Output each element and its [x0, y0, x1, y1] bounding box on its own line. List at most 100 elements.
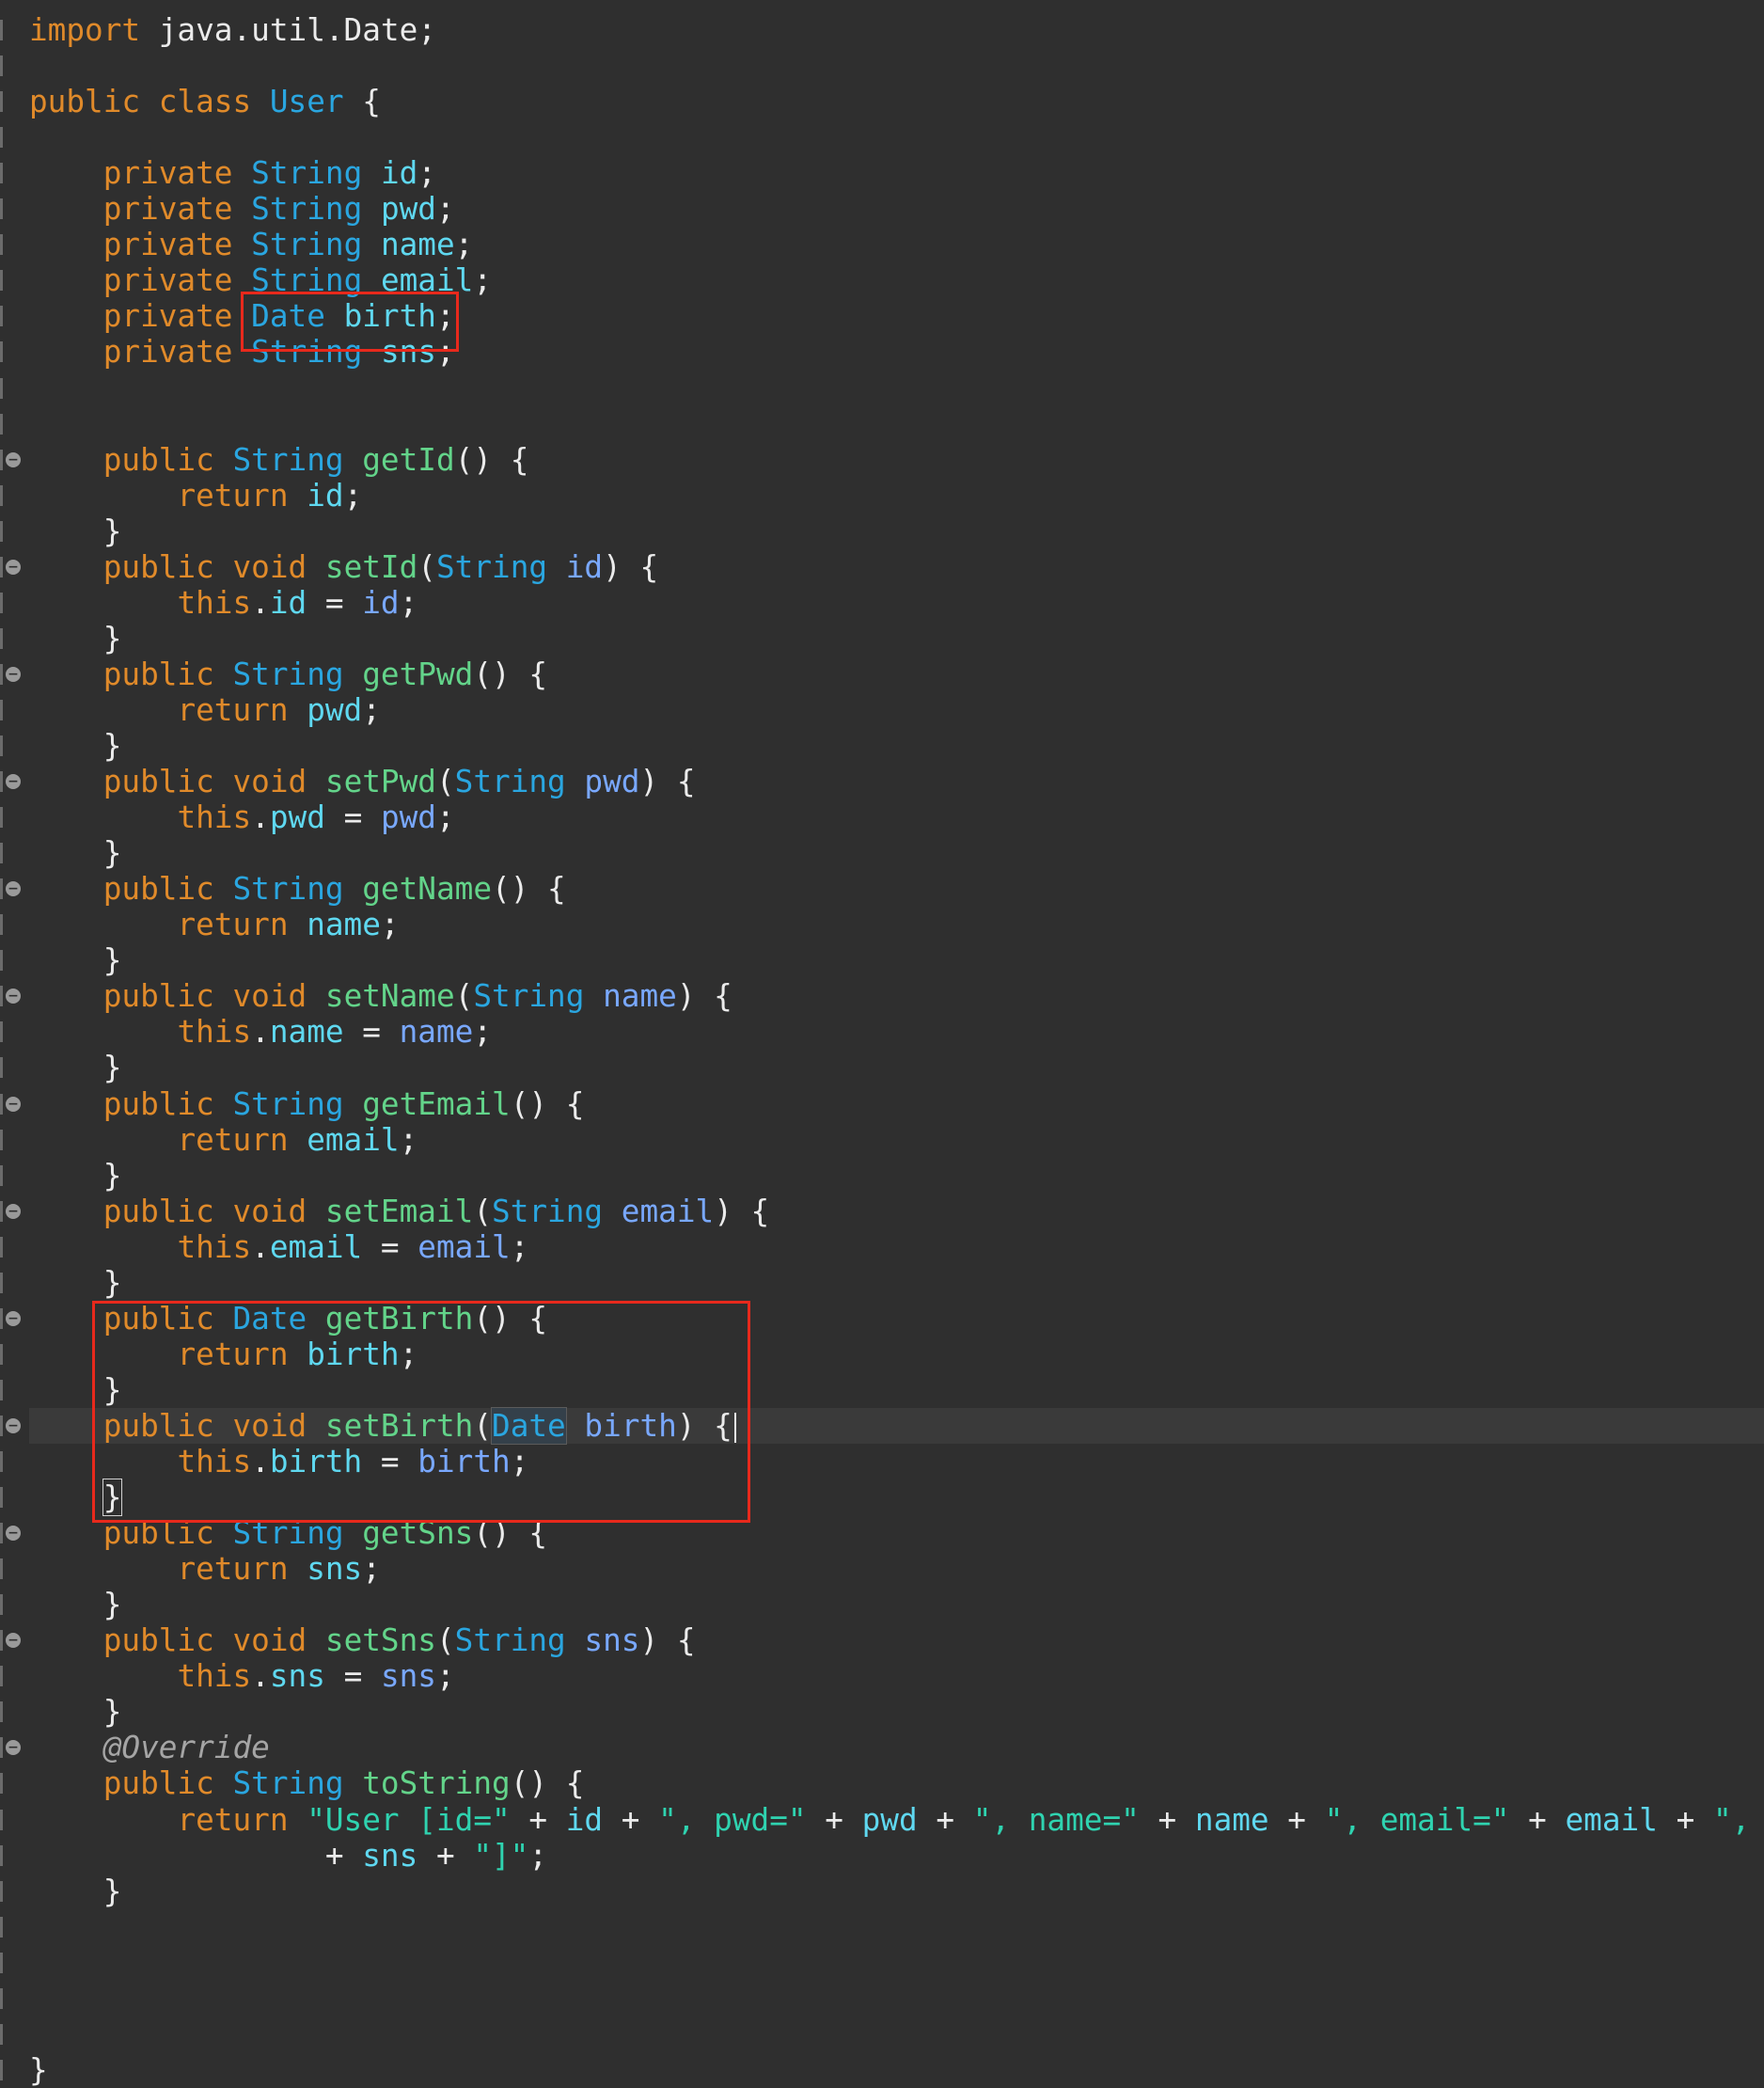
code-line[interactable]: }: [29, 1158, 1764, 1194]
gutter-marker: [0, 1844, 3, 1866]
fold-toggle-icon[interactable]: −: [6, 989, 21, 1004]
code-line[interactable]: import java.util.Date;: [29, 12, 1764, 48]
code-line[interactable]: public void setId(String id) {: [29, 549, 1764, 585]
code-line[interactable]: public String getSns() {: [29, 1515, 1764, 1551]
code-token: public void: [102, 1193, 307, 1229]
code-line[interactable]: this.sns = sns;: [29, 1658, 1764, 1694]
code-line[interactable]: return "User [id=" + id + ", pwd=" + pwd…: [29, 1802, 1764, 1838]
code-line[interactable]: [29, 406, 1764, 442]
code-line[interactable]: this.birth = birth;: [29, 1444, 1764, 1479]
code-line[interactable]: public String getEmail() {: [29, 1086, 1764, 1122]
fold-toggle-icon[interactable]: −: [6, 774, 21, 790]
gutter-marker: [0, 1164, 3, 1186]
code-line[interactable]: }: [29, 1265, 1764, 1301]
code-line[interactable]: [29, 2017, 1764, 2052]
gutter-marker: [0, 484, 3, 506]
code-line[interactable]: public String getName() {: [29, 871, 1764, 907]
code-line[interactable]: return email;: [29, 1122, 1764, 1158]
code-line[interactable]: public String getId() {: [29, 442, 1764, 478]
code-line[interactable]: [29, 371, 1764, 406]
code-token: sns: [269, 1658, 325, 1695]
code-token: id: [565, 1801, 604, 1838]
fold-toggle-icon[interactable]: −: [6, 1203, 21, 1219]
gutter-marker: [0, 2059, 3, 2080]
code-line[interactable]: return pwd;: [29, 692, 1764, 728]
fold-toggle-icon[interactable]: −: [6, 1526, 21, 1542]
code-line[interactable]: }: [29, 942, 1764, 978]
code-line[interactable]: [29, 1909, 1764, 1945]
code-token: String: [454, 1622, 566, 1659]
code-line[interactable]: @Override: [29, 1730, 1764, 1765]
code-line[interactable]: }: [29, 728, 1764, 764]
code-line[interactable]: public void setName(String name) {: [29, 978, 1764, 1014]
code-editor[interactable]: − − − − − − − − − − − − − import java.util.Date; publ…: [0, 0, 1764, 2088]
code-line[interactable]: return sns;: [29, 1551, 1764, 1587]
code-line[interactable]: }: [29, 514, 1764, 549]
code-line[interactable]: [29, 119, 1764, 155]
code-line[interactable]: [29, 48, 1764, 84]
code-token: String: [251, 334, 363, 371]
code-line[interactable]: public Date getBirth() {: [29, 1301, 1764, 1337]
code-line[interactable]: }: [29, 1372, 1764, 1408]
code-line[interactable]: return name;: [29, 907, 1764, 942]
gutter-marker: [0, 306, 3, 327]
editor-gutter[interactable]: − − − − − − − − − − − − −: [0, 0, 26, 2080]
code-line[interactable]: }: [29, 1694, 1764, 1730]
fold-toggle-icon[interactable]: −: [6, 666, 21, 682]
code-line[interactable]: return id;: [29, 478, 1764, 514]
code-line[interactable]: this.email = email;: [29, 1229, 1764, 1265]
code-line[interactable]: }: [29, 2052, 1764, 2088]
fold-toggle-icon[interactable]: −: [6, 1096, 21, 1112]
code-line[interactable]: public String getPwd() {: [29, 656, 1764, 692]
gutter-marker: [0, 1630, 3, 1652]
code-line[interactable]: public String toString() {: [29, 1765, 1764, 1801]
code-line[interactable]: [29, 1945, 1764, 1981]
code-line[interactable]: public void setEmail(String email) {: [29, 1194, 1764, 1229]
code-line[interactable]: public void setBirth(Date birth) {: [29, 1406, 1764, 1445]
code-line[interactable]: this.id = id;: [29, 585, 1764, 621]
code-token: ;: [435, 298, 455, 335]
fold-toggle-icon[interactable]: −: [6, 881, 21, 897]
code-token: public void: [102, 978, 307, 1015]
code-line[interactable]: }: [29, 621, 1764, 656]
gutter-marker: [0, 1809, 3, 1830]
fold-toggle-icon[interactable]: −: [6, 1633, 21, 1649]
code-line[interactable]: }: [29, 1050, 1764, 1085]
code-line[interactable]: private String email;: [29, 262, 1764, 298]
fold-toggle-icon[interactable]: −: [6, 559, 21, 575]
code-line[interactable]: private String sns;: [29, 334, 1764, 370]
code-line[interactable]: private Date birth;: [29, 298, 1764, 334]
code-line[interactable]: public class User {: [29, 84, 1764, 119]
code-token: String: [232, 1765, 344, 1802]
fold-toggle-icon[interactable]: −: [6, 451, 21, 467]
code-line[interactable]: }: [29, 1874, 1764, 1909]
code-line[interactable]: public void setPwd(String pwd) {: [29, 764, 1764, 799]
fold-toggle-icon[interactable]: −: [6, 1740, 21, 1756]
code-line[interactable]: this.pwd = pwd;: [29, 799, 1764, 835]
code-line[interactable]: }: [29, 835, 1764, 871]
code-token: }: [29, 1264, 122, 1301]
fold-toggle-icon[interactable]: −: [6, 1310, 21, 1326]
code-line[interactable]: return birth;: [29, 1337, 1764, 1372]
code-line[interactable]: private String name;: [29, 227, 1764, 262]
code-line[interactable]: [29, 1981, 1764, 2017]
code-line[interactable]: this.name = name;: [29, 1014, 1764, 1050]
code-line[interactable]: public void setSns(String sns) {: [29, 1622, 1764, 1658]
code-line[interactable]: }: [29, 1479, 1764, 1517]
code-line[interactable]: private String id;: [29, 155, 1764, 191]
fold-toggle-icon[interactable]: −: [6, 1417, 21, 1433]
code-line[interactable]: + sns + "]";: [29, 1838, 1764, 1874]
code-line[interactable]: }: [29, 1587, 1764, 1622]
code-line[interactable]: private String pwd;: [29, 191, 1764, 227]
